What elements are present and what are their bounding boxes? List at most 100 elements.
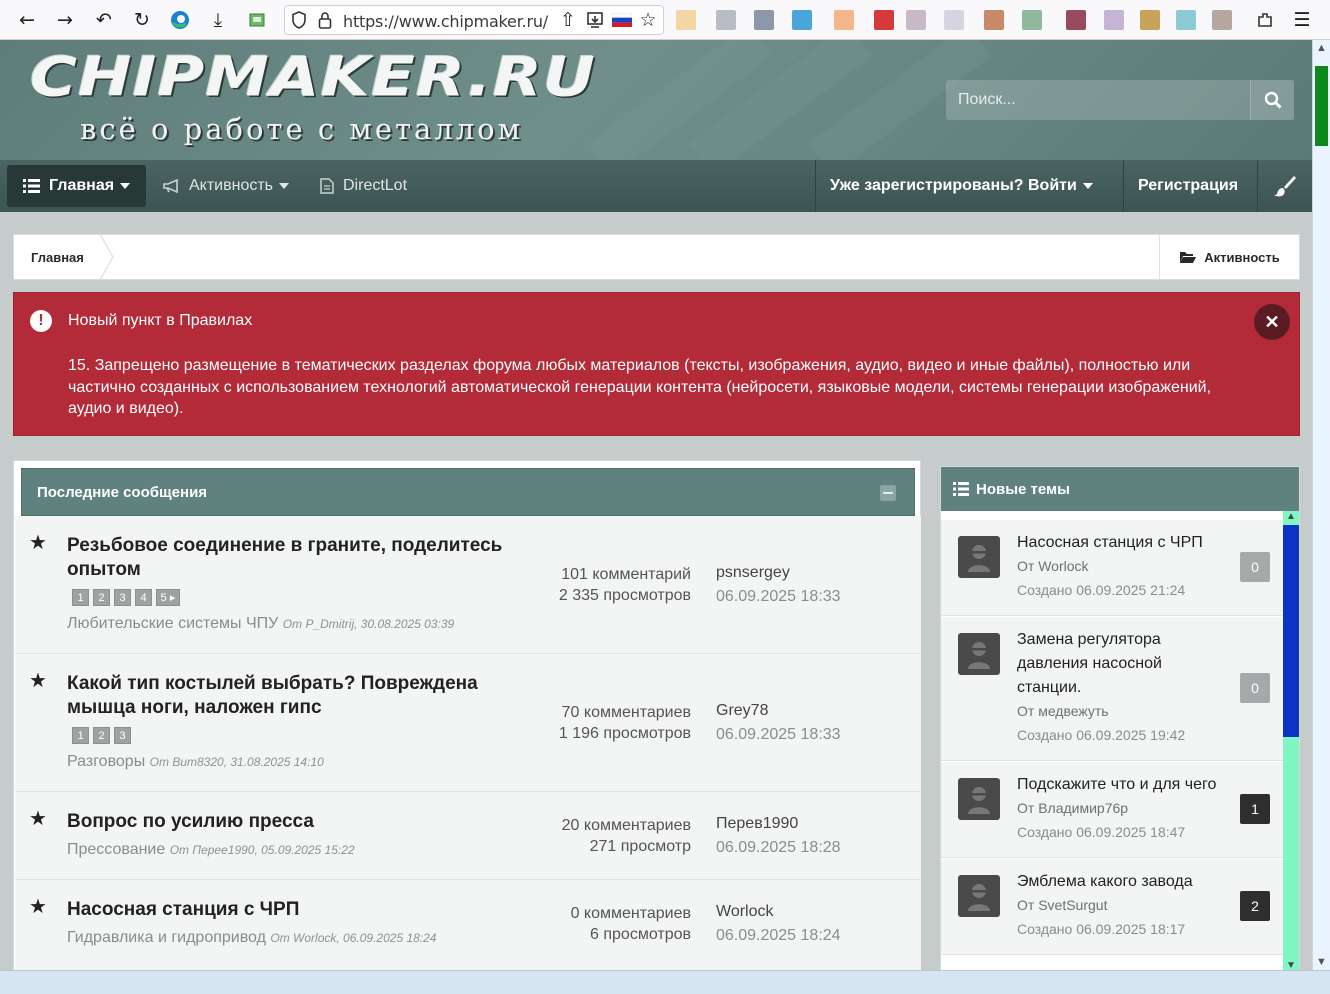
page-link[interactable]: 2 [93, 727, 110, 744]
last-post-user[interactable]: Grey78 [716, 699, 841, 723]
last-post-date[interactable]: 06.09.2025 18:24 [716, 924, 841, 948]
forward-icon[interactable]: → [53, 8, 77, 32]
extension-icon[interactable] [716, 10, 736, 30]
install-icon[interactable] [583, 8, 607, 32]
new-topic-title[interactable]: Подскажите что и для чего [1017, 773, 1237, 797]
extension-icon[interactable] [834, 10, 854, 30]
topic-meta: Гидравлика и гидропривод От Worlock, 06.… [67, 929, 436, 947]
extension-icon[interactable] [1212, 10, 1232, 30]
last-post-date[interactable]: 06.09.2025 18:33 [716, 723, 841, 747]
page-scrollbar[interactable]: ▲ ▼ [1312, 40, 1330, 970]
topic-comments: 101 комментарий [561, 566, 691, 583]
nav-home-label: Главная [49, 177, 115, 194]
topic-title[interactable]: Вопрос по усилию пресса [67, 810, 537, 834]
theme-button[interactable] [1257, 160, 1312, 212]
extension-icon[interactable] [874, 10, 894, 30]
edge-icon[interactable] [168, 8, 192, 32]
avatar[interactable] [958, 778, 1000, 820]
star-icon[interactable]: ★ [29, 668, 47, 692]
nav-activity[interactable]: Активность [163, 165, 290, 207]
url-bar[interactable]: https://www.chipmaker.ru/ [284, 5, 664, 35]
extension-icon[interactable] [1176, 10, 1196, 30]
last-post-date[interactable]: 06.09.2025 18:33 [716, 585, 841, 609]
bookmark-star-icon[interactable]: ☆ [636, 8, 660, 32]
star-icon[interactable]: ★ [29, 806, 47, 830]
last-post-user[interactable]: Worlock [716, 900, 841, 924]
nav-home[interactable]: Главная [7, 165, 147, 207]
new-topic-author[interactable]: От Владимир76р [1017, 800, 1128, 816]
close-icon[interactable]: ✕ [1254, 304, 1290, 340]
topic-row: ★ Насосная станция с ЧРП Гидравлика и ги… [15, 880, 921, 980]
chevron-up-icon[interactable]: ▲ [1286, 511, 1296, 522]
pagination: 1 2 3 4 5 ▸ [72, 589, 180, 606]
new-topic-author[interactable]: От SvetSurgut [1017, 897, 1107, 913]
page-link[interactable]: 5 ▸ [156, 589, 180, 606]
topic-title[interactable]: Резьбовое соединение в граните, поделите… [67, 534, 537, 582]
register-link[interactable]: Регистрация [1123, 160, 1252, 212]
page-link[interactable]: 1 [72, 727, 89, 744]
page-link[interactable]: 1 [72, 589, 89, 606]
new-topic-title[interactable]: Насосная станция с ЧРП [1017, 531, 1237, 555]
extension-icon[interactable] [245, 8, 269, 32]
login-link[interactable]: Уже зарегистрированы? Войти [815, 160, 1107, 212]
extensions-icon[interactable] [1253, 8, 1277, 32]
shield-icon[interactable] [287, 8, 311, 32]
extension-icon[interactable] [1066, 10, 1086, 30]
page-link[interactable]: 3 [114, 589, 131, 606]
collapse-icon[interactable] [880, 485, 896, 501]
chevron-down-icon[interactable]: ▼ [1316, 956, 1327, 968]
last-post-date[interactable]: 06.09.2025 18:28 [716, 836, 841, 860]
new-topic-author[interactable]: От медвежуть [1017, 703, 1109, 719]
alert-body: 15. Запрещено размещение в тематических … [68, 357, 1212, 417]
site-logo[interactable]: CHIPMAKER.RU [30, 46, 596, 109]
extension-icon[interactable] [676, 10, 696, 30]
search-input[interactable] [946, 80, 1250, 120]
star-icon[interactable]: ★ [29, 530, 47, 554]
topic-forum[interactable]: Разговоры [67, 753, 145, 770]
extension-icon[interactable] [984, 10, 1004, 30]
topic-forum[interactable]: Любительские системы ЧПУ [67, 615, 278, 632]
topic-forum[interactable]: Гидравлика и гидропривод [67, 929, 266, 946]
avatar[interactable] [958, 633, 1000, 675]
breadcrumb-activity-button[interactable]: Активность [1159, 235, 1299, 279]
undo-icon[interactable]: ↶ [92, 8, 116, 32]
last-post-user[interactable]: psnsergey [716, 561, 841, 585]
extension-icon[interactable] [792, 10, 812, 30]
share-icon[interactable]: ⇧ [556, 8, 580, 32]
new-topic-title[interactable]: Замена регулятора давления насосной стан… [1017, 628, 1207, 700]
search-button[interactable] [1250, 80, 1294, 120]
nav-directlot[interactable]: DirectLot [320, 165, 407, 207]
page-scrollbar-thumb[interactable] [1315, 66, 1328, 146]
breadcrumb-home[interactable]: Главная [31, 250, 84, 265]
topic-row: ★ Вопрос по усилию пресса Прессование От… [15, 792, 921, 880]
topic-title[interactable]: Какой тип костылей выбрать? Повреждена м… [67, 672, 507, 720]
extension-icon[interactable] [906, 10, 926, 30]
topic-last-post: Worlock 06.09.2025 18:24 [716, 900, 841, 948]
extension-icon[interactable] [1140, 10, 1160, 30]
avatar[interactable] [958, 536, 1000, 578]
new-topic-author[interactable]: От Worlock [1017, 558, 1089, 574]
chevron-up-icon[interactable]: ▲ [1316, 42, 1327, 54]
extension-icon[interactable] [1022, 10, 1042, 30]
extension-icon[interactable] [1104, 10, 1124, 30]
lock-icon[interactable] [313, 8, 337, 32]
back-icon[interactable]: ← [15, 8, 39, 32]
last-post-user[interactable]: Перев1990 [716, 812, 841, 836]
menu-icon[interactable]: ☰ [1290, 8, 1314, 32]
extension-icon[interactable] [754, 10, 774, 30]
page-link[interactable]: 2 [93, 589, 110, 606]
page-link[interactable]: 4 [135, 589, 152, 606]
topic-forum[interactable]: Прессование [67, 841, 165, 858]
widget-scrollbar[interactable]: ▲ ▼ [1283, 511, 1299, 971]
star-icon[interactable]: ★ [29, 894, 47, 918]
reload-icon[interactable]: ↻ [130, 8, 154, 32]
avatar[interactable] [958, 875, 1000, 917]
extension-icon[interactable] [944, 10, 964, 30]
topic-title[interactable]: Насосная станция с ЧРП [67, 898, 537, 922]
page-link[interactable]: 3 [114, 727, 131, 744]
download-icon[interactable]: ⤓ [206, 8, 230, 32]
folder-open-icon [1180, 252, 1197, 263]
new-topic-title[interactable]: Эмблема какого завода [1017, 870, 1237, 894]
widget-scrollbar-thumb[interactable] [1283, 525, 1299, 737]
flag-ru-icon[interactable] [610, 8, 634, 32]
